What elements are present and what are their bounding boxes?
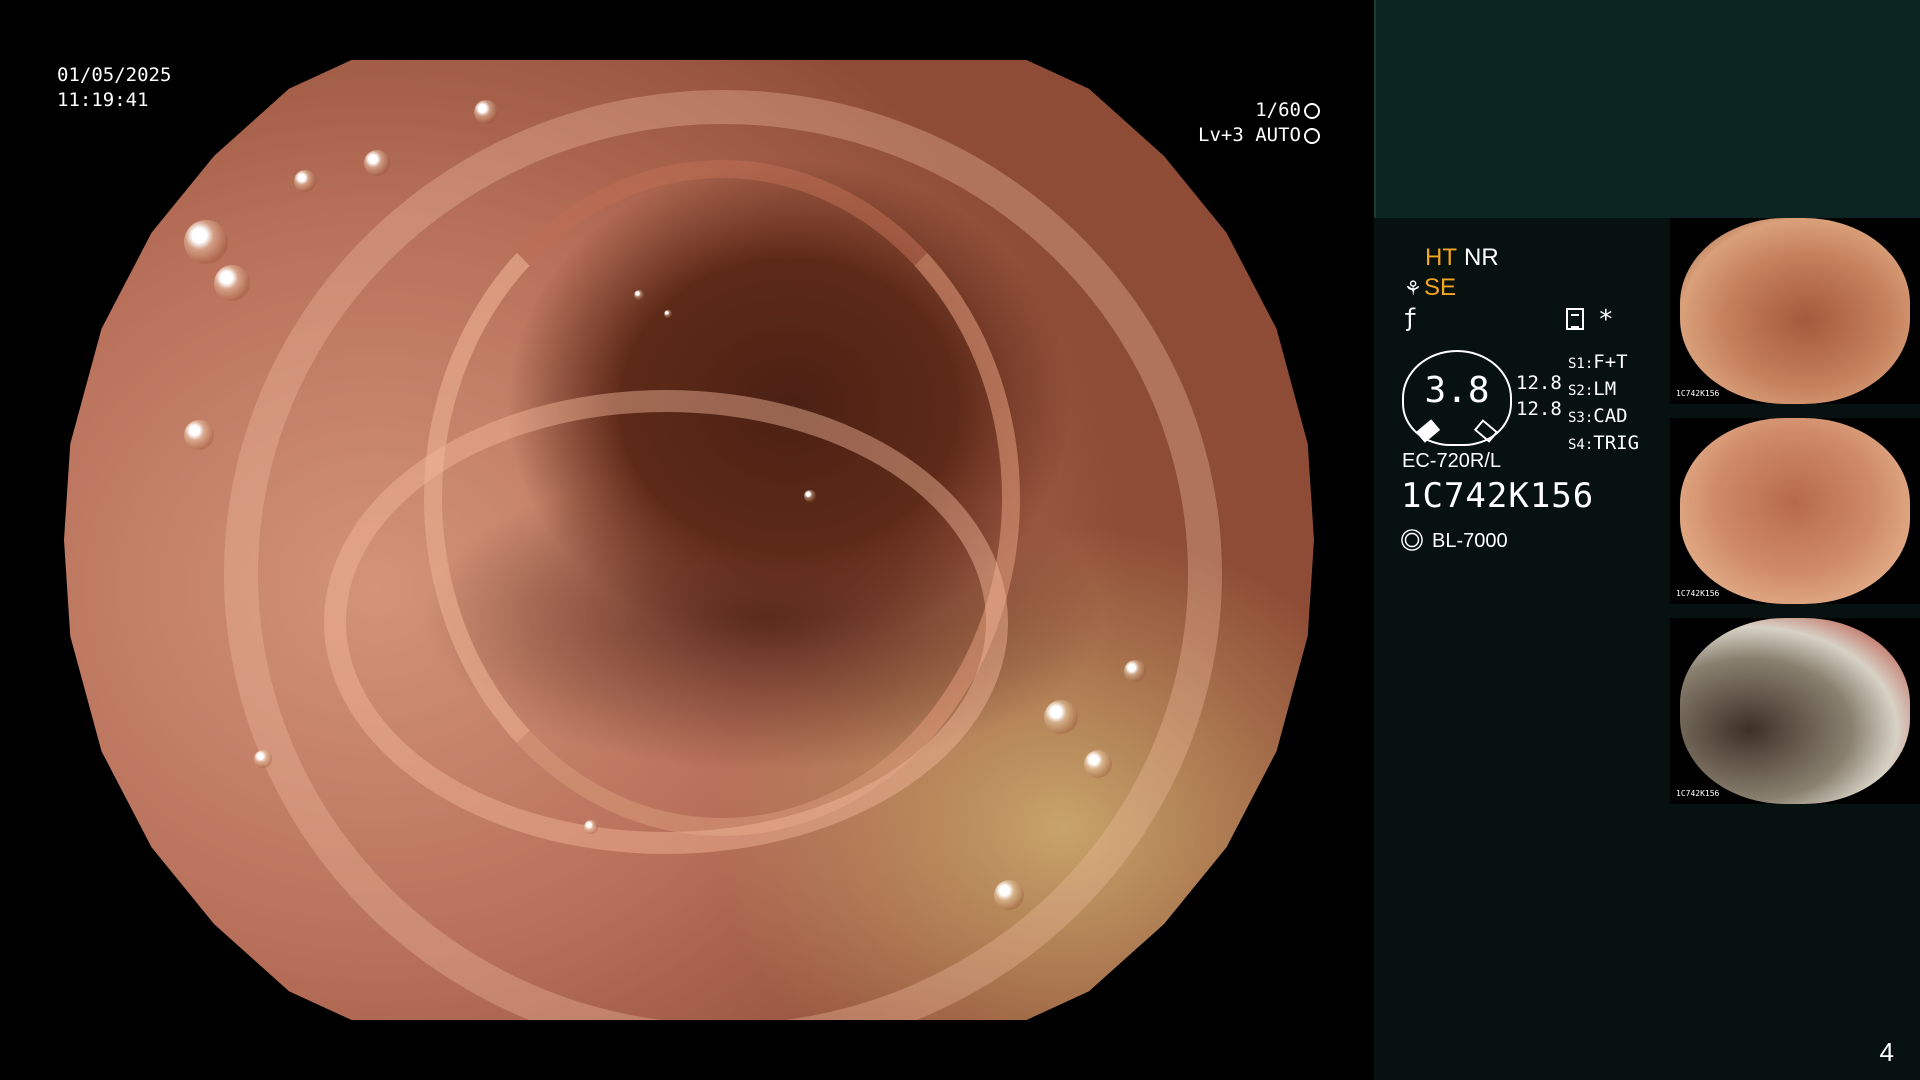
gauge-number-top: 12.8 bbox=[1516, 372, 1562, 394]
thumbnail-label: 1C742K156 bbox=[1676, 789, 1720, 798]
zoom-gauge: 3.8 bbox=[1402, 350, 1512, 446]
switch-key: S3: bbox=[1568, 410, 1594, 426]
thumbnail-3[interactable]: 1C742K156 bbox=[1670, 618, 1920, 804]
date-time-overlay: 01/05/2025 11:19:41 bbox=[57, 63, 171, 113]
bubble bbox=[294, 170, 316, 192]
star-icon: * bbox=[1598, 305, 1614, 335]
thumbnail-2[interactable]: 1C742K156 bbox=[1670, 418, 1920, 604]
bubble bbox=[1124, 660, 1146, 682]
light-source-row: BL-7000 bbox=[1402, 530, 1508, 553]
light-source-icon bbox=[1404, 532, 1420, 548]
page-number: 4 bbox=[1879, 1037, 1894, 1067]
bubble bbox=[584, 820, 598, 834]
switch-row: S2:LM bbox=[1568, 377, 1639, 404]
ht-mode-label: HT bbox=[1425, 244, 1457, 271]
nr-mode-label: NR bbox=[1464, 244, 1499, 271]
shutter-icon bbox=[1304, 102, 1320, 119]
bubble bbox=[664, 310, 672, 318]
mucosal-fold-lower bbox=[324, 390, 1008, 854]
thumbnail-image bbox=[1680, 218, 1910, 404]
auto-iris-icon bbox=[1304, 127, 1320, 144]
shutter-text: 1/60 bbox=[1255, 99, 1301, 121]
bubble bbox=[254, 750, 272, 768]
switch-value: F+T bbox=[1593, 351, 1628, 373]
thumbnail-image bbox=[1680, 418, 1910, 604]
switch-value: TRIG bbox=[1593, 432, 1640, 454]
bubble bbox=[1044, 700, 1078, 734]
gauge-value: 3.8 bbox=[1424, 370, 1490, 411]
bubble bbox=[214, 265, 250, 301]
bubble bbox=[804, 490, 816, 502]
bubble bbox=[1084, 750, 1112, 778]
exposure-overlay: 1/60 Lv+3 AUTO bbox=[1190, 98, 1320, 148]
gauge-numbers: 12.8 12.8 bbox=[1516, 370, 1562, 422]
structure-enhance-icon: ⚘ bbox=[1404, 278, 1422, 300]
captured-thumbnails: 1C742K156 1C742K156 1C742K156 bbox=[1670, 218, 1920, 818]
thumbnail-label: 1C742K156 bbox=[1676, 589, 1720, 598]
switch-row: S1:F+T bbox=[1568, 350, 1639, 377]
level-text: Lv+3 AUTO bbox=[1198, 124, 1301, 146]
bubble bbox=[184, 220, 228, 264]
bubble bbox=[634, 290, 644, 300]
switch-value: LM bbox=[1593, 378, 1617, 400]
switch-row: S3:CAD bbox=[1568, 404, 1639, 431]
scope-serial: 1C742K156 bbox=[1401, 476, 1595, 516]
bubble bbox=[994, 880, 1024, 910]
bubble bbox=[474, 100, 498, 124]
switch-key: S1: bbox=[1568, 356, 1594, 372]
switch-assignments: S1:F+T S2:LM S3:CAD S4:TRIG bbox=[1568, 350, 1639, 458]
endoscope-video-area: 01/05/2025 11:19:41 1/60 Lv+3 AUTO bbox=[0, 0, 1374, 1080]
date-text: 01/05/2025 bbox=[57, 64, 172, 86]
switch-key: S4: bbox=[1568, 437, 1594, 453]
se-mode-label: SE bbox=[1423, 274, 1456, 301]
gauge-number-bottom: 12.8 bbox=[1516, 398, 1562, 420]
switch-value: CAD bbox=[1593, 405, 1628, 427]
light-source-label: BL-7000 bbox=[1432, 530, 1508, 552]
menu-icon bbox=[1566, 308, 1584, 330]
thumbnail-label: 1C742K156 bbox=[1676, 389, 1720, 398]
bubble bbox=[184, 420, 214, 450]
se-mode-row: ⚘SE bbox=[1404, 274, 1456, 302]
endoscopic-image bbox=[64, 60, 1314, 1020]
thumbnail-1[interactable]: 1C742K156 bbox=[1670, 218, 1920, 404]
switch-key: S2: bbox=[1568, 383, 1594, 399]
side-panel-header bbox=[1374, 0, 1920, 218]
filter-icon: ƒ bbox=[1403, 304, 1418, 332]
thumbnail-image bbox=[1680, 618, 1910, 804]
scope-model: EC-720R/L bbox=[1402, 450, 1501, 472]
status-side-panel: HT NR ⚘SE ƒ * 3.8 12.8 12.8 S1:F+T S2:LM… bbox=[1374, 0, 1920, 1080]
time-text: 11:19:41 bbox=[57, 89, 149, 111]
bubble bbox=[364, 150, 390, 176]
switch-row: S4:TRIG bbox=[1568, 431, 1639, 458]
